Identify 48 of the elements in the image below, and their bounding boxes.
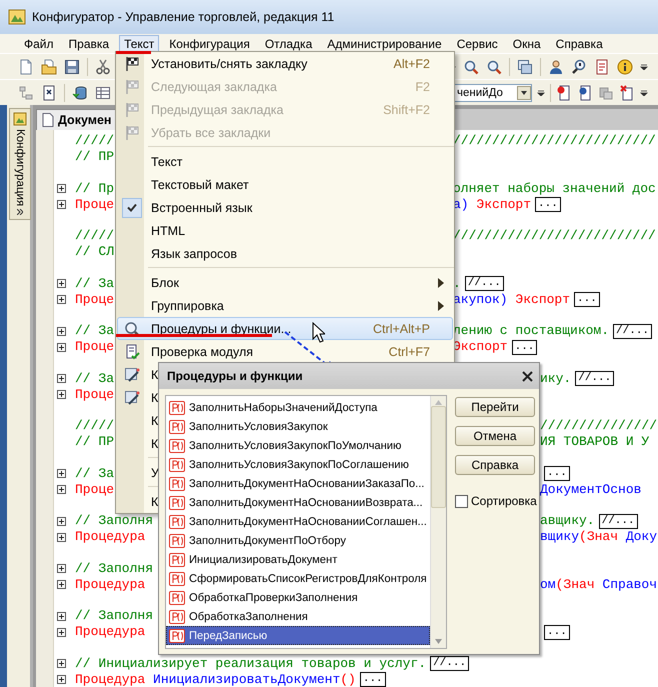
- code-keyword: Проце: [75, 339, 114, 355]
- code-comment: // ПР: [75, 434, 114, 450]
- code-comment: // За: [75, 370, 114, 386]
- code-comment: //////////////////////////: [453, 228, 656, 244]
- code-comment: // Заполня: [75, 560, 154, 576]
- code-comment: // За: [75, 323, 114, 339]
- code-keyword: Проце: [75, 292, 114, 308]
- code-comment: ///////////////: [540, 418, 658, 434]
- code-keyword: Процедура: [75, 672, 146, 687]
- code-keyword: Процедура: [75, 529, 146, 545]
- code-keyword: Экспорт: [514, 292, 570, 308]
- code-comment: лению с поставщиком.: [453, 323, 610, 339]
- code-comment: олняет наборы значений дос: [453, 180, 656, 196]
- dialog-title: Процедуры и функции: [167, 369, 303, 383]
- code-keyword: Проце: [75, 482, 114, 498]
- code-comment: .: [453, 276, 461, 292]
- code-keyword: Процедура: [75, 576, 146, 592]
- code-comment: // Заполня: [75, 608, 154, 624]
- code-comment: //////////////////////////: [453, 133, 656, 149]
- code-comment: // ПР: [75, 149, 114, 165]
- code-identifier: акупок): [453, 292, 508, 308]
- code-keyword: Проце: [75, 196, 114, 212]
- code-comment: ику.: [540, 370, 572, 386]
- code-comment: /////: [75, 133, 114, 149]
- window-title: Конфигуратор - Управление торговлей, редакция 11: [32, 10, 334, 24]
- code-comment: // За: [75, 466, 114, 482]
- code-identifier: ом: [540, 576, 556, 592]
- code-comment: // Заполня: [75, 513, 154, 529]
- code-identifier: вщику: [540, 529, 580, 545]
- code-comment: авщику.: [540, 513, 595, 529]
- code-comment: // Пр: [75, 180, 114, 196]
- code-identifier: ИнициализироватьДокумент: [153, 672, 340, 687]
- code-comment: /////: [75, 418, 114, 434]
- code-comment: // За: [75, 276, 114, 292]
- code-keyword: (Знач: [556, 576, 595, 592]
- code-keyword: Экспорт: [475, 196, 532, 212]
- code-identifier: Доку: [624, 529, 658, 545]
- code-keyword: (): [340, 672, 356, 687]
- code-keyword: (Знач: [579, 529, 618, 545]
- code-comment: // СЛ: [75, 244, 114, 260]
- code-comment: // Инициализирует реализация товаров и услуг.: [75, 656, 426, 672]
- code-identifier: ДокументОснов: [540, 482, 642, 498]
- code-comment: /////: [75, 228, 114, 244]
- code-keyword: Проце: [75, 386, 114, 402]
- code-keyword: Экспорт: [453, 339, 508, 355]
- code-keyword: Процедура: [75, 624, 146, 640]
- code-comment: ИЯ ТОВАРОВ И У: [540, 434, 650, 450]
- code-identifier: Справоч: [601, 576, 658, 592]
